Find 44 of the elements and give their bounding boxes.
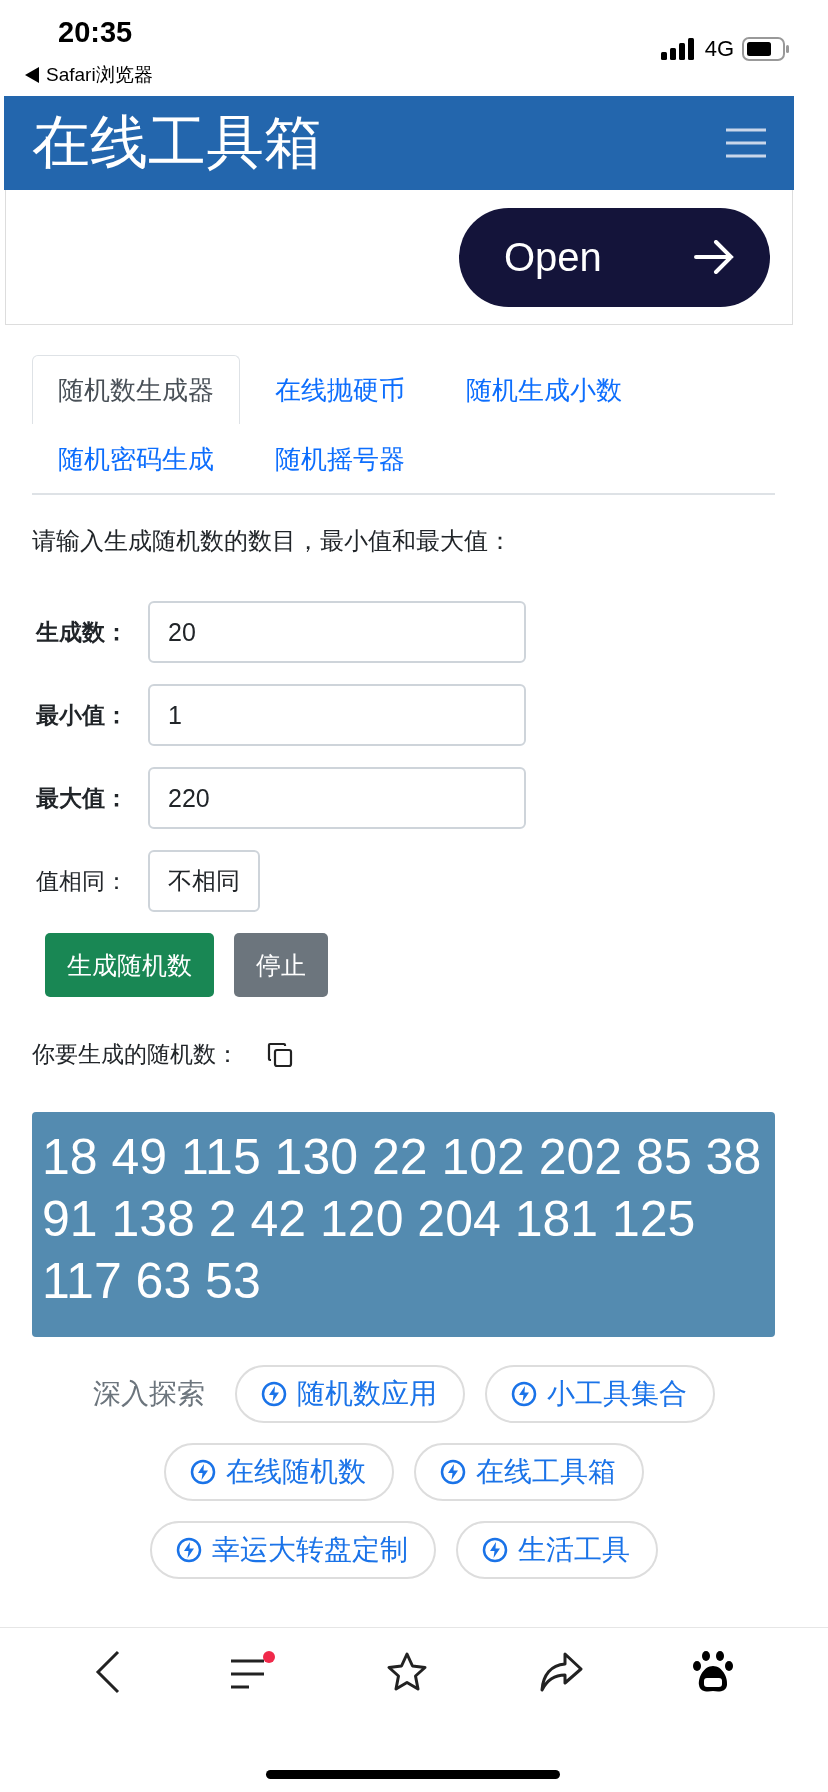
status-time: 20:35 xyxy=(58,16,133,49)
explore-chip[interactable]: 小工具集合 xyxy=(484,1365,715,1423)
explore-chip[interactable]: 生活工具 xyxy=(455,1521,658,1579)
field-label: 最大值： xyxy=(35,783,129,813)
lightning-icon xyxy=(260,1381,287,1407)
explore-chip[interactable]: 幸运大转盘定制 xyxy=(149,1521,436,1579)
tab[interactable]: 在线抛硬币 xyxy=(249,355,431,424)
lightning-icon xyxy=(189,1459,216,1485)
arrow-icon xyxy=(694,240,734,274)
copy-icon[interactable] xyxy=(267,1041,293,1068)
field-label: 值相同： xyxy=(35,866,129,896)
lightning-icon xyxy=(481,1537,508,1563)
field-label: 最小值： xyxy=(35,700,129,730)
stop-button[interactable]: 停止 xyxy=(234,933,328,997)
signal-icon xyxy=(660,38,697,60)
instruction-text: 请输入生成随机数的数目，最小值和最大值： xyxy=(32,526,513,557)
tab[interactable]: 随机数生成器 xyxy=(32,355,240,424)
share-icon[interactable] xyxy=(539,1651,583,1693)
select-field[interactable]: 不相同 xyxy=(148,850,260,912)
result-label: 你要生成的随机数： xyxy=(32,1040,239,1069)
tab[interactable]: 随机摇号器 xyxy=(249,424,431,493)
input-field[interactable]: 1 xyxy=(148,684,526,746)
lightning-icon xyxy=(175,1537,202,1563)
back-app-link[interactable]: Safari浏览器 xyxy=(46,62,153,88)
lightning-icon xyxy=(439,1459,466,1485)
input-field[interactable]: 220 xyxy=(148,767,526,829)
field-label: 生成数： xyxy=(34,617,129,647)
result-numbers: 18 49 115 130 22 102 202 85 38 91 138 2 42 120 204 181 125 117 63 53 xyxy=(32,1112,775,1337)
back-icon[interactable] xyxy=(95,1650,121,1694)
input-field[interactable]: 20 xyxy=(148,601,526,663)
network-type: 4G xyxy=(704,36,734,62)
lightning-icon xyxy=(510,1381,537,1407)
tab[interactable]: 随机生成小数 xyxy=(440,355,648,424)
generate-button[interactable]: 生成随机数 xyxy=(45,933,214,997)
star-icon[interactable] xyxy=(385,1651,429,1693)
explore-label: 深入探索 xyxy=(92,1376,205,1412)
explore-chip[interactable]: 在线工具箱 xyxy=(413,1443,644,1501)
paw-icon[interactable] xyxy=(693,1650,733,1694)
battery-icon xyxy=(742,37,790,61)
tab[interactable]: 随机密码生成 xyxy=(32,424,240,493)
explore-chip[interactable]: 在线随机数 xyxy=(163,1443,394,1501)
open-button[interactable]: Open xyxy=(459,207,770,307)
back-triangle-icon[interactable] xyxy=(24,66,40,84)
explore-chip[interactable]: 随机数应用 xyxy=(234,1365,465,1423)
